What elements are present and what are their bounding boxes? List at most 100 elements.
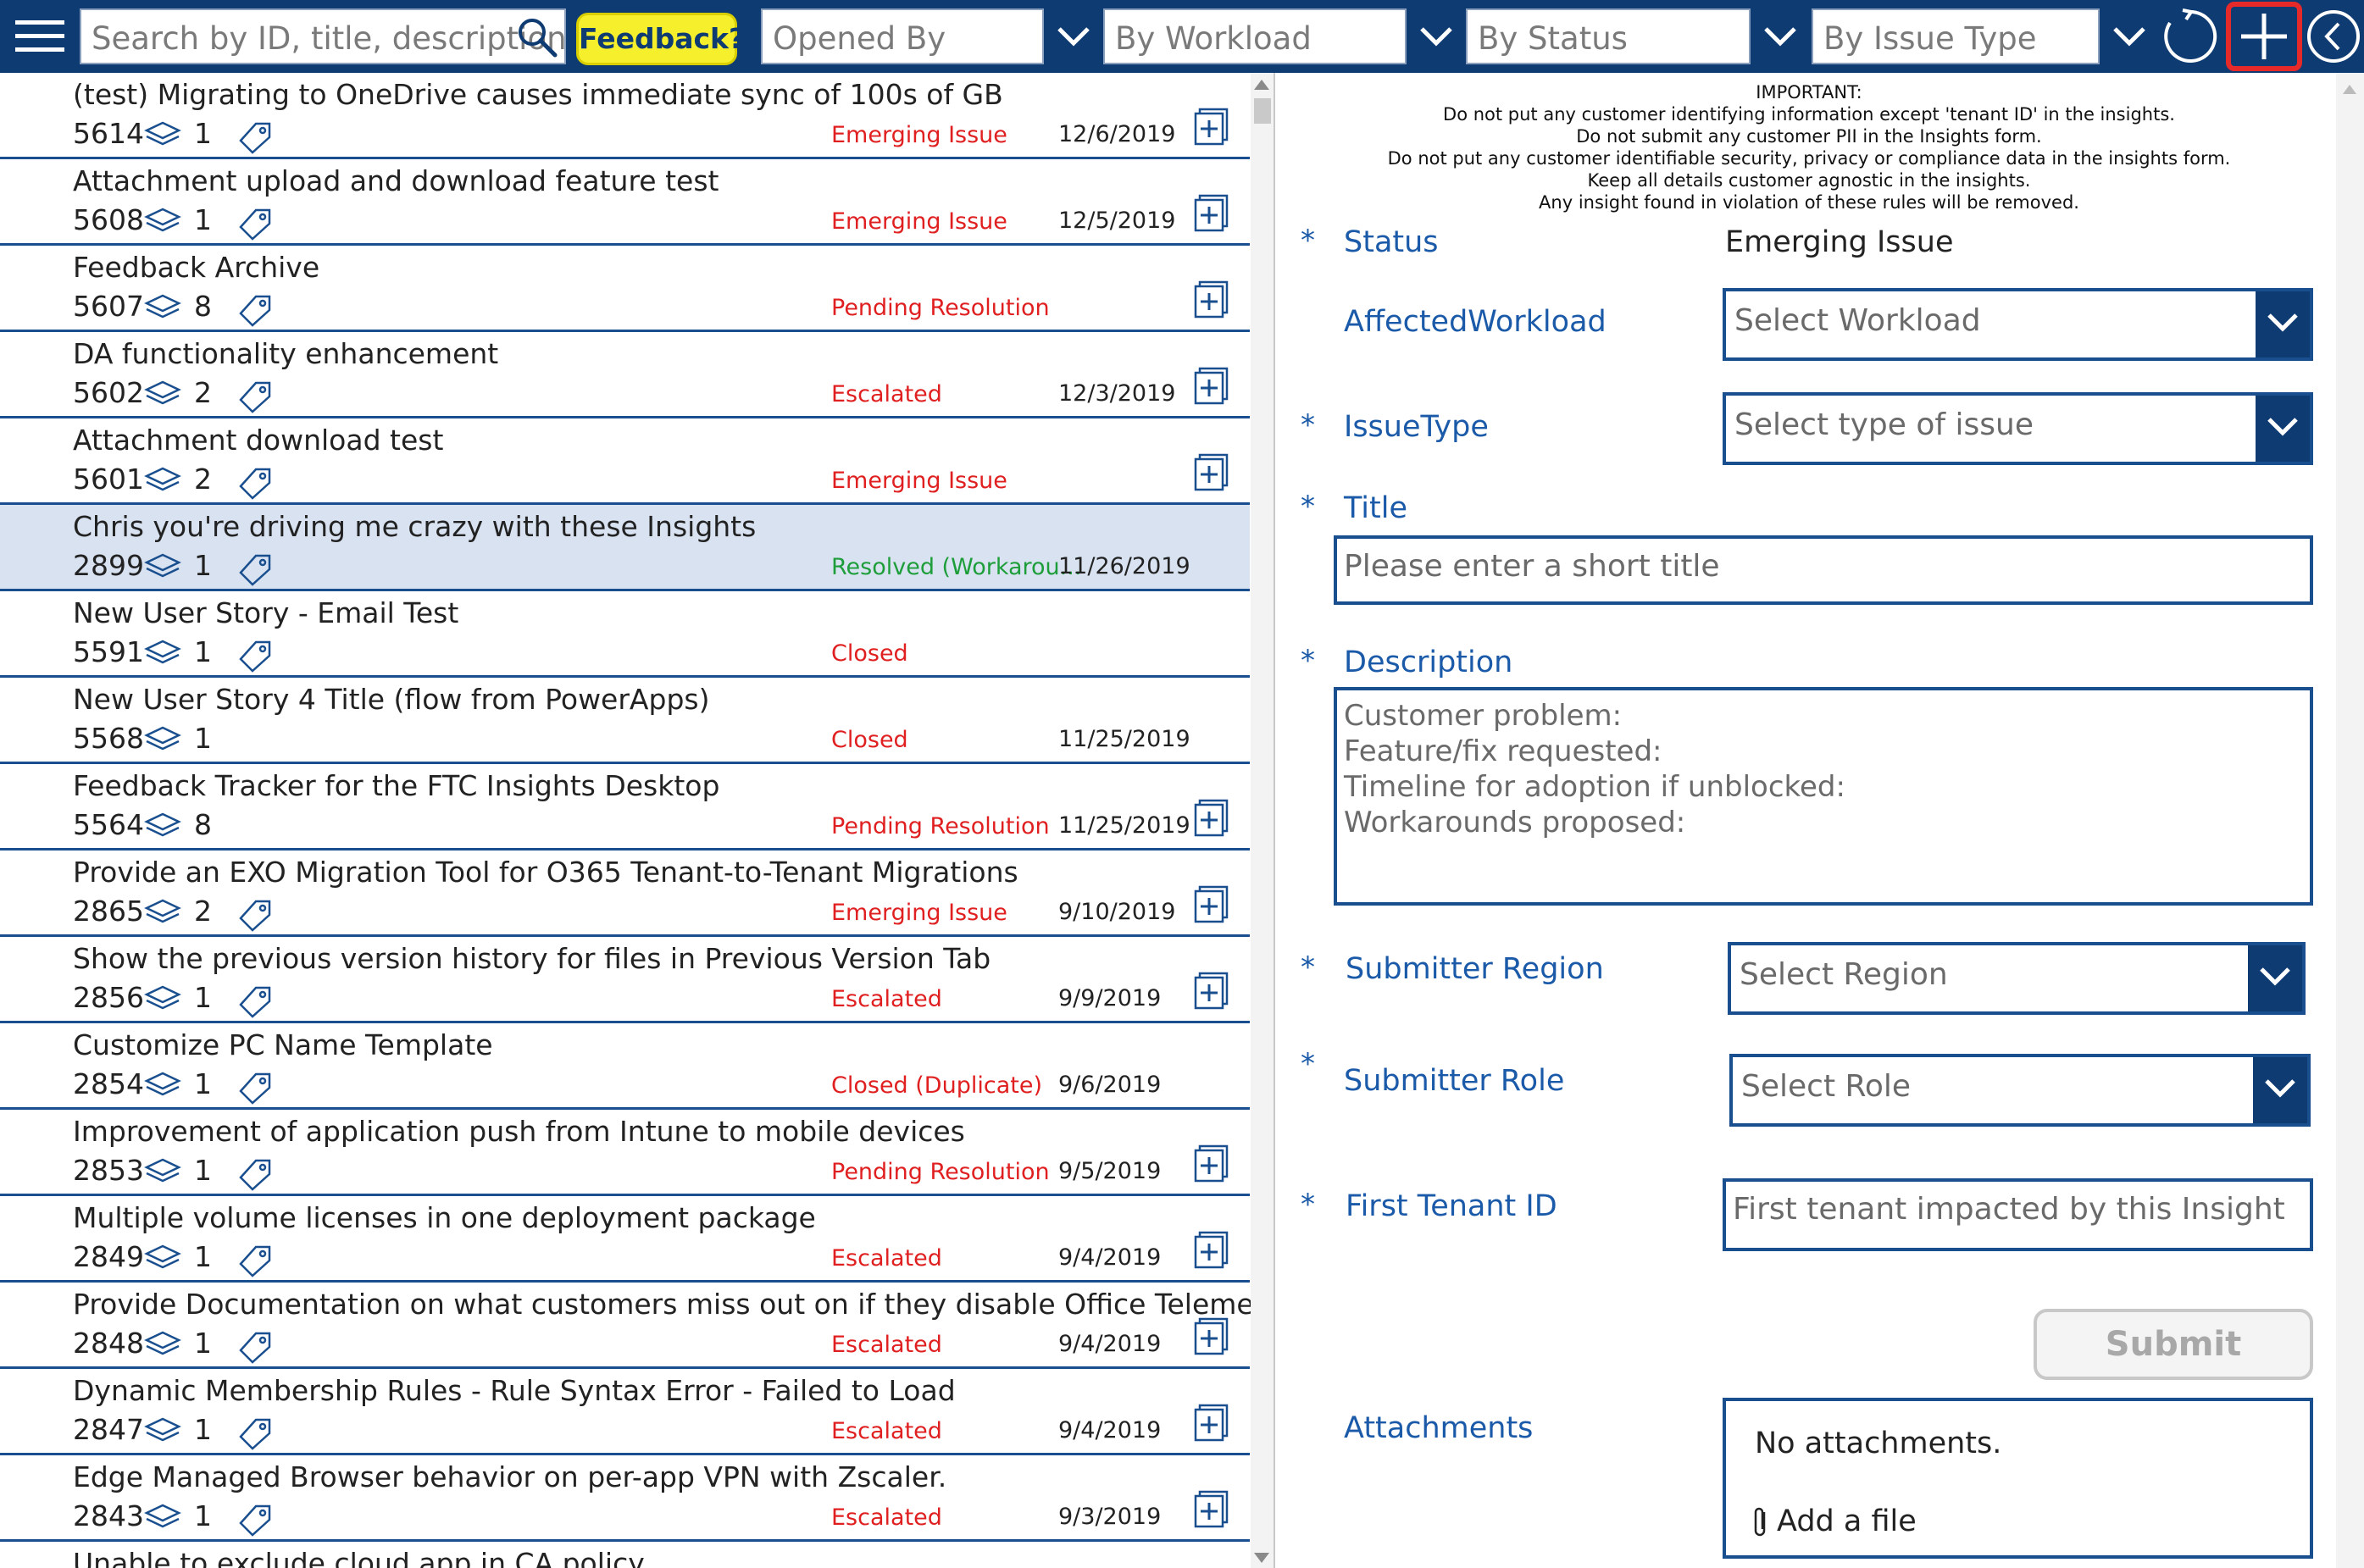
item-date: 12/6/2019 xyxy=(1058,121,1176,147)
search-box[interactable]: Search by ID, title, description xyxy=(80,8,567,64)
list-scrollbar[interactable] xyxy=(1251,73,1274,1568)
status-filter[interactable]: By Status xyxy=(1466,8,1751,64)
status-badge: Closed xyxy=(831,727,908,753)
paperclip-icon xyxy=(1754,1507,1766,1537)
layers-icon xyxy=(144,467,181,491)
tag-icon[interactable] xyxy=(237,380,273,413)
list-item[interactable]: Edge Managed Browser behavior on per-app… xyxy=(0,1455,1250,1542)
issuetype-select-button[interactable] xyxy=(2256,396,2310,462)
menu-icon[interactable] xyxy=(10,15,69,58)
list-item[interactable]: Feedback Archive 5607 8 Pending Resolution xyxy=(0,246,1250,332)
scroll-thumb[interactable] xyxy=(1254,98,1271,124)
tag-icon[interactable] xyxy=(237,1503,273,1537)
tag-icon[interactable] xyxy=(237,207,273,241)
status-dropdown-button[interactable] xyxy=(1754,8,1806,64)
list-item[interactable]: Dynamic Membership Rules - Rule Syntax E… xyxy=(0,1369,1250,1455)
layers-icon xyxy=(144,553,181,578)
add-document-icon[interactable] xyxy=(1193,280,1230,320)
opened-by-dropdown-button[interactable] xyxy=(1047,8,1100,64)
add-document-icon[interactable] xyxy=(1193,193,1230,234)
opened-by-filter[interactable]: Opened By xyxy=(761,8,1044,64)
list-item[interactable]: New User Story - Email Test 5591 1 Closed xyxy=(0,591,1250,678)
tag-icon[interactable] xyxy=(237,984,273,1018)
search-input[interactable]: Search by ID, title, description xyxy=(92,20,567,57)
tag-icon[interactable] xyxy=(237,1330,273,1364)
tag-icon[interactable] xyxy=(237,120,273,154)
list-item[interactable]: Feedback Tracker for the FTC Insights De… xyxy=(0,764,1250,850)
title-input[interactable]: Please enter a short title xyxy=(1334,535,2313,605)
list-item[interactable]: Chris you're driving me crazy with these… xyxy=(0,505,1250,591)
notice-line: Do not put any customer identifying info… xyxy=(1443,104,2175,125)
back-icon[interactable] xyxy=(2306,7,2361,66)
list-item[interactable]: Attachment upload and download feature t… xyxy=(0,159,1250,246)
item-count: 8 xyxy=(194,290,212,323)
list-item[interactable]: Attachment download test 5601 2 Emerging Is… xyxy=(0,418,1250,505)
chevron-down-icon xyxy=(2113,27,2145,47)
add-document-icon[interactable] xyxy=(1193,107,1230,147)
add-document-icon[interactable] xyxy=(1193,1403,1230,1443)
list-item[interactable]: Multiple volume licenses in one deployme… xyxy=(0,1196,1250,1283)
workload-select-button[interactable] xyxy=(2256,291,2310,357)
scroll-up-arrow[interactable] xyxy=(2343,85,2356,94)
role-select[interactable]: Select Role xyxy=(1729,1054,2311,1127)
add-document-icon[interactable] xyxy=(1193,366,1230,407)
tag-icon[interactable] xyxy=(237,639,273,673)
issue-type-dropdown-button[interactable] xyxy=(2103,8,2156,64)
add-file-button[interactable]: Add a file xyxy=(1751,1504,1917,1539)
tag-icon[interactable] xyxy=(237,1157,273,1191)
tag-icon[interactable] xyxy=(237,466,273,500)
list-item[interactable]: Show the previous version history for fi… xyxy=(0,937,1250,1023)
tag-icon[interactable] xyxy=(237,1071,273,1105)
tenant-input[interactable]: First tenant impacted by this Insight xyxy=(1723,1178,2313,1251)
status-badge: Pending Resolution xyxy=(831,295,1050,321)
tag-icon[interactable] xyxy=(237,293,273,327)
workload-select[interactable]: Select Workload xyxy=(1723,288,2313,361)
tag-icon[interactable] xyxy=(237,1416,273,1450)
search-icon[interactable] xyxy=(515,15,559,59)
scroll-up-arrow[interactable] xyxy=(1254,80,1269,90)
tenant-label: First Tenant ID xyxy=(1346,1189,1557,1223)
list-item[interactable]: Unable to exclude cloud app in CA policy xyxy=(0,1542,1250,1568)
description-textarea[interactable]: Customer problem: Feature/fix requested:… xyxy=(1334,687,2313,906)
issuetype-select[interactable]: Select type of issue xyxy=(1723,392,2313,465)
tenant-input-placeholder: First tenant impacted by this Insight xyxy=(1733,1192,2285,1227)
add-insight-button[interactable] xyxy=(2226,2,2302,71)
role-select-button[interactable] xyxy=(2253,1057,2307,1123)
refresh-icon[interactable] xyxy=(2161,7,2220,66)
item-title: Chris you're driving me crazy with these… xyxy=(73,510,757,543)
list-item[interactable]: Customize PC Name Template 2854 1 Closed (D… xyxy=(0,1023,1250,1110)
add-document-icon[interactable] xyxy=(1193,884,1230,925)
scroll-down-arrow[interactable] xyxy=(1254,1553,1269,1563)
tag-icon[interactable] xyxy=(237,1244,273,1277)
region-select[interactable]: Select Region xyxy=(1728,942,2306,1015)
add-document-icon[interactable] xyxy=(1193,1144,1230,1184)
feedback-button[interactable]: Feedback? xyxy=(576,13,745,65)
workload-dropdown-button[interactable] xyxy=(1410,8,1462,64)
add-document-icon[interactable] xyxy=(1193,798,1230,839)
description-placeholder-line: Timeline for adoption if unblocked: xyxy=(1344,770,1845,804)
item-id: 5614 xyxy=(73,117,144,150)
chevron-down-icon xyxy=(1057,27,1090,47)
add-document-icon[interactable] xyxy=(1193,1316,1230,1357)
list-item[interactable]: Improvement of application push from Int… xyxy=(0,1110,1250,1196)
add-document-icon[interactable] xyxy=(1193,971,1230,1011)
layers-icon xyxy=(144,294,181,319)
workload-filter[interactable]: By Workload xyxy=(1103,8,1407,64)
submit-button[interactable]: Submit xyxy=(2034,1309,2313,1380)
add-document-icon[interactable] xyxy=(1193,452,1230,493)
list-item[interactable]: DA functionality enhancement 5602 2 Escalat… xyxy=(0,332,1250,418)
layers-icon xyxy=(144,208,181,232)
tag-icon[interactable] xyxy=(237,898,273,932)
status-badge: Closed (Duplicate) xyxy=(831,1072,1042,1099)
item-title: Attachment upload and download feature t… xyxy=(73,164,719,197)
add-document-icon[interactable] xyxy=(1193,1489,1230,1530)
form-scrollbar[interactable] xyxy=(2336,73,2364,1568)
tag-icon[interactable] xyxy=(237,552,273,586)
add-document-icon[interactable] xyxy=(1193,1230,1230,1271)
list-item[interactable]: New User Story 4 Title (flow from PowerA… xyxy=(0,678,1250,764)
list-item[interactable]: Provide Documentation on what customers … xyxy=(0,1283,1274,1369)
list-item[interactable]: (test) Migrating to OneDrive causes imme… xyxy=(0,73,1250,159)
list-item[interactable]: Provide an EXO Migration Tool for O365 T… xyxy=(0,850,1250,937)
issue-type-filter[interactable]: By Issue Type xyxy=(1812,8,2100,64)
region-select-button[interactable] xyxy=(2248,945,2302,1011)
